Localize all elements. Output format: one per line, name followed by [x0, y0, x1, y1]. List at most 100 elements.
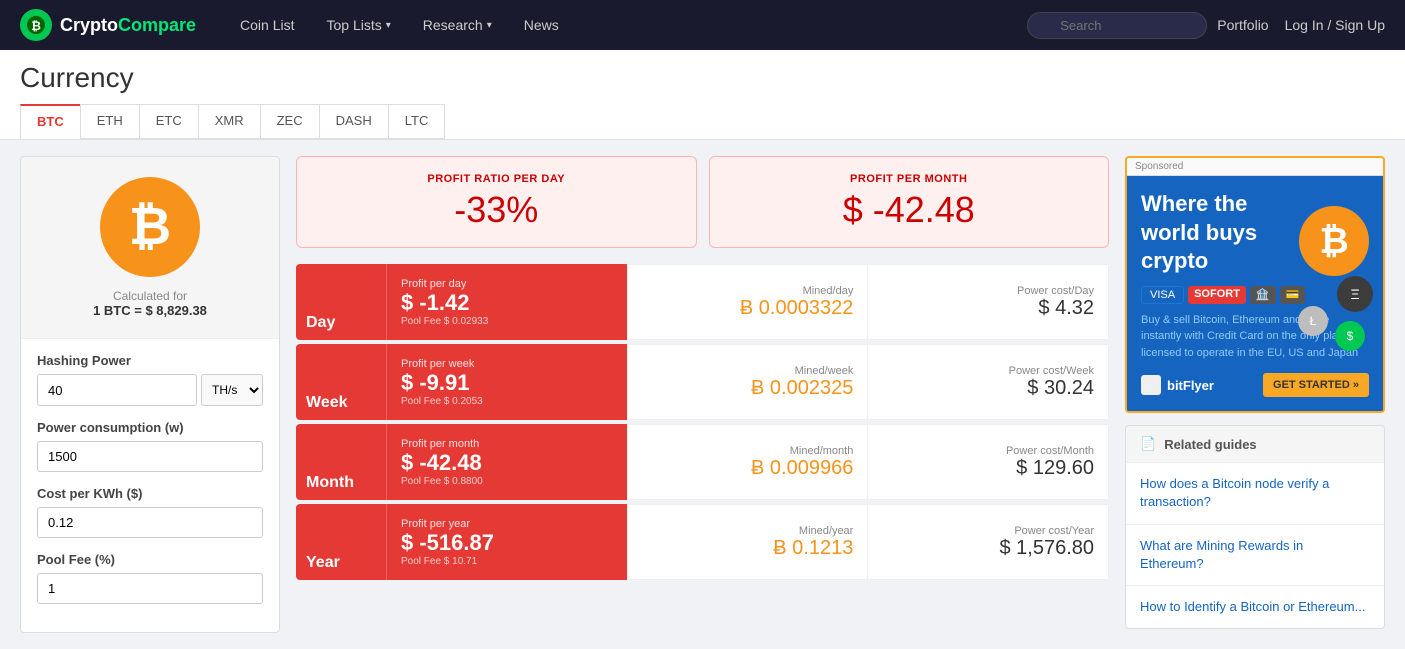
- get-started-button[interactable]: GET STARTED »: [1263, 373, 1369, 397]
- pool-fee-text: Pool Fee $ 10.71: [401, 556, 613, 567]
- hashing-power-row: TH/s GH/s MH/s: [37, 374, 263, 406]
- tab-etc[interactable]: ETC: [139, 104, 199, 139]
- ad-payments: VISA SOFORT 🏦 💳: [1141, 286, 1369, 304]
- power-label: Power cost/Month: [882, 445, 1094, 457]
- hashing-power-input[interactable]: [37, 374, 197, 406]
- profit-month-box: PROFIT PER MONTH $ -42.48: [709, 156, 1110, 248]
- mined-value: Ƀ 0.1213: [642, 537, 854, 560]
- mined-label: Mined/day: [642, 285, 854, 297]
- cost-per-kwh-label: Cost per KWh ($): [37, 486, 263, 501]
- pool-fee-input[interactable]: [37, 573, 263, 604]
- search-input[interactable]: [1027, 12, 1207, 39]
- profit-ratio-value: -33%: [317, 189, 676, 231]
- sofort-badge: SOFORT: [1188, 286, 1246, 304]
- row-profit-cell: Profit per week $ -9.91 Pool Fee $ 0.205…: [386, 344, 627, 420]
- table-row: Day Profit per day $ -1.42 Pool Fee $ 0.…: [296, 264, 1109, 340]
- nav-news[interactable]: News: [510, 9, 573, 41]
- row-profit-cell: Profit per day $ -1.42 Pool Fee $ 0.0293…: [386, 264, 627, 340]
- row-period-label: Week: [296, 344, 386, 420]
- search-wrap: 🔍: [1027, 12, 1207, 39]
- nav-research[interactable]: Research: [409, 9, 506, 41]
- related-guide-item[interactable]: How does a Bitcoin node verify a transac…: [1126, 463, 1384, 524]
- ad-box: Sponsored ₿ Ξ Ł $ Where the world buys c…: [1125, 156, 1385, 413]
- row-profit-cell: Profit per month $ -42.48 Pool Fee $ 0.8…: [386, 424, 627, 500]
- row-period-label: Day: [296, 264, 386, 340]
- row-mined-cell: Mined/month Ƀ 0.009966: [627, 424, 868, 500]
- alt-icon: $: [1335, 321, 1365, 351]
- card-badge: 💳: [1280, 286, 1306, 304]
- row-power-cell: Power cost/Month $ 129.60: [867, 424, 1109, 500]
- calc-for-label: Calculated for: [113, 289, 187, 303]
- pool-fee-text: Pool Fee $ 0.2053: [401, 396, 613, 407]
- page-title: Currency: [20, 62, 1385, 94]
- coin-icon-wrap: ₿ Calculated for 1 BTC = $ 8,829.38: [21, 157, 279, 339]
- row-power-cell: Power cost/Year $ 1,576.80: [867, 504, 1109, 580]
- row-mined-cell: Mined/day Ƀ 0.0003322: [627, 264, 868, 340]
- portfolio-link[interactable]: Portfolio: [1217, 17, 1268, 33]
- profit-label: Profit per day: [401, 278, 613, 290]
- eth-icon: Ξ: [1337, 276, 1373, 312]
- nav-top-lists[interactable]: Top Lists: [313, 9, 405, 41]
- hashing-unit-select[interactable]: TH/s GH/s MH/s: [201, 374, 263, 406]
- power-consumption-input[interactable]: [37, 441, 263, 472]
- svg-text:₿: ₿: [31, 19, 41, 33]
- bank-badge: 🏦: [1250, 286, 1276, 304]
- related-guide-item[interactable]: What are Mining Rewards in Ethereum?: [1126, 525, 1384, 586]
- mined-label: Mined/week: [642, 365, 854, 377]
- period-text: Day: [306, 314, 376, 332]
- pool-fee-text: Pool Fee $ 0.02933: [401, 316, 613, 327]
- navbar: ₿ CryptoCompare Coin List Top Lists Rese…: [0, 0, 1405, 50]
- profit-month-label: PROFIT PER MONTH: [730, 173, 1089, 185]
- cost-per-kwh-input[interactable]: [37, 507, 263, 538]
- login-link[interactable]: Log In / Sign Up: [1285, 17, 1385, 33]
- ltc-icon: Ł: [1298, 306, 1328, 336]
- profit-value: $ -9.91: [401, 370, 613, 396]
- row-profit-cell: Profit per year $ -516.87 Pool Fee $ 10.…: [386, 504, 627, 580]
- tab-ltc[interactable]: LTC: [388, 104, 446, 139]
- currency-tabs: BTC ETH ETC XMR ZEC DASH LTC: [20, 104, 1385, 139]
- related-guides-title: Related guides: [1164, 437, 1256, 452]
- document-icon: 📄: [1140, 436, 1156, 452]
- brand-name: CryptoCompare: [60, 15, 196, 36]
- ad-btc-icon: ₿: [1299, 206, 1369, 276]
- row-power-cell: Power cost/Day $ 4.32: [867, 264, 1109, 340]
- table-row: Month Profit per month $ -42.48 Pool Fee…: [296, 424, 1109, 500]
- tab-xmr[interactable]: XMR: [198, 104, 261, 139]
- related-guide-item[interactable]: How to Identify a Bitcoin or Ethereum...: [1126, 586, 1384, 628]
- profit-value: $ -516.87: [401, 530, 613, 556]
- bitflyer-logo-icon: [1141, 375, 1161, 395]
- tab-btc[interactable]: BTC: [20, 104, 81, 139]
- row-mined-cell: Mined/week Ƀ 0.002325: [627, 344, 868, 420]
- mined-value: Ƀ 0.002325: [642, 377, 854, 400]
- left-panel: ₿ Calculated for 1 BTC = $ 8,829.38 Hash…: [20, 156, 280, 633]
- profit-label: Profit per week: [401, 358, 613, 370]
- profit-summary: PROFIT RATIO PER DAY -33% PROFIT PER MON…: [296, 156, 1109, 248]
- table-row: Week Profit per week $ -9.91 Pool Fee $ …: [296, 344, 1109, 420]
- related-guides-header: 📄 Related guides: [1126, 426, 1384, 463]
- brand-logo[interactable]: ₿ CryptoCompare: [20, 9, 196, 41]
- period-text: Year: [306, 554, 376, 572]
- row-period-label: Month: [296, 424, 386, 500]
- profit-ratio-box: PROFIT RATIO PER DAY -33%: [296, 156, 697, 248]
- profit-ratio-label: PROFIT RATIO PER DAY: [317, 173, 676, 185]
- tab-dash[interactable]: DASH: [319, 104, 389, 139]
- nav-coin-list[interactable]: Coin List: [226, 9, 308, 41]
- profit-label: Profit per month: [401, 438, 613, 450]
- pool-fee-label: Pool Fee (%): [37, 552, 263, 567]
- ad-title: Where the world buys crypto: [1141, 190, 1281, 276]
- bitflyer-name: bitFlyer: [1167, 378, 1214, 393]
- pool-fee-text: Pool Fee $ 0.8800: [401, 476, 613, 487]
- mined-label: Mined/year: [642, 525, 854, 537]
- form-section: Hashing Power TH/s GH/s MH/s Power consu…: [21, 339, 279, 632]
- ad-footer: bitFlyer GET STARTED »: [1141, 373, 1369, 397]
- power-label: Power cost/Year: [882, 525, 1094, 537]
- power-value: $ 129.60: [882, 457, 1094, 480]
- related-guides-box: 📄 Related guides How does a Bitcoin node…: [1125, 425, 1385, 629]
- tab-zec[interactable]: ZEC: [260, 104, 320, 139]
- power-label: Power cost/Day: [882, 285, 1094, 297]
- ad-sponsored-label: Sponsored: [1127, 158, 1383, 176]
- profit-value: $ -1.42: [401, 290, 613, 316]
- tab-eth[interactable]: ETH: [80, 104, 140, 139]
- btc-icon: ₿: [100, 177, 200, 277]
- calc-value: 1 BTC = $ 8,829.38: [93, 303, 207, 318]
